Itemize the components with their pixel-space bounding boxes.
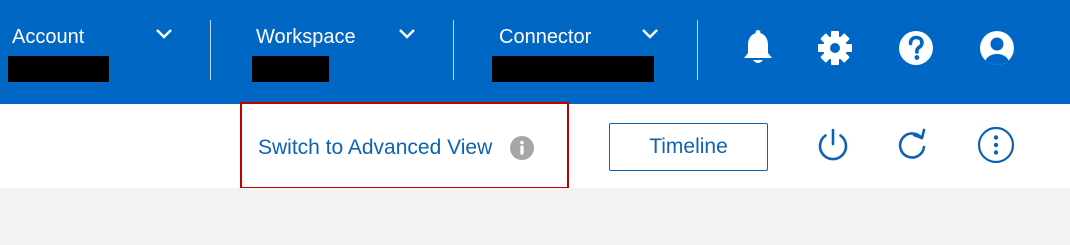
chevron-down-icon	[156, 29, 172, 39]
divider	[453, 20, 454, 80]
workspace-selector[interactable]: Workspace	[212, 0, 452, 104]
gear-icon	[818, 31, 852, 65]
more-options-button[interactable]	[976, 125, 1016, 165]
user-icon	[980, 31, 1014, 65]
divider	[697, 20, 698, 80]
account-selector[interactable]: Account	[0, 0, 200, 104]
account-label: Account	[12, 26, 85, 48]
chevron-down-icon	[399, 29, 415, 39]
more-vertical-icon	[977, 126, 1015, 164]
workspace-value-redacted	[252, 56, 329, 82]
notifications-button[interactable]	[740, 30, 776, 66]
bell-icon	[744, 30, 772, 63]
switch-to-advanced-view-link[interactable]: Switch to Advanced View	[258, 136, 492, 160]
info-icon[interactable]	[510, 136, 534, 160]
help-button[interactable]	[898, 30, 934, 66]
chevron-down-icon	[642, 29, 658, 39]
connector-value-redacted	[492, 56, 654, 82]
refresh-icon	[898, 128, 926, 159]
power-icon	[818, 128, 848, 161]
settings-button[interactable]	[817, 30, 853, 66]
divider	[210, 20, 211, 80]
top-nav-bar: Account Workspace Connector	[0, 0, 1070, 104]
user-profile-button[interactable]	[979, 30, 1015, 66]
timeline-button[interactable]: Timeline	[609, 123, 768, 171]
help-icon	[899, 31, 933, 65]
power-button[interactable]	[813, 125, 853, 165]
connector-selector[interactable]: Connector	[455, 0, 695, 104]
account-value-redacted	[8, 56, 109, 82]
connector-label: Connector	[499, 26, 592, 48]
content-area	[0, 188, 1070, 245]
refresh-button[interactable]	[892, 125, 932, 165]
workspace-label: Workspace	[256, 26, 356, 48]
